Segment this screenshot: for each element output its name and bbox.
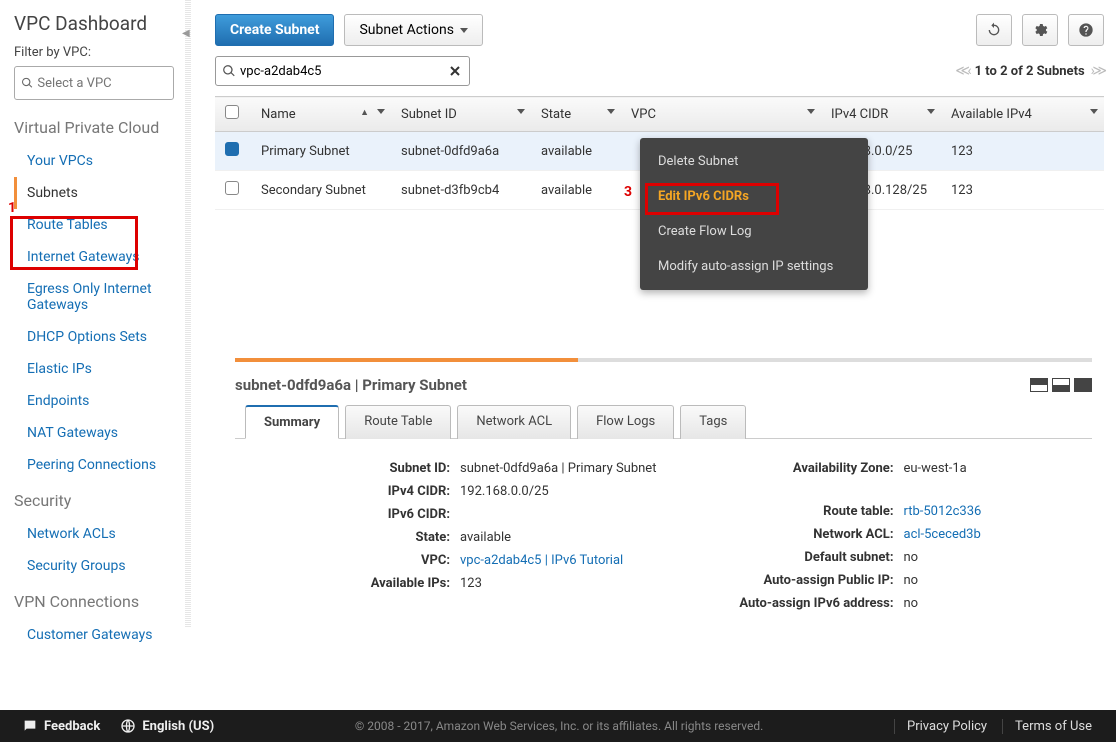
filter-label: Filter by VPC:	[14, 45, 174, 60]
col-name[interactable]: Name▲	[251, 97, 391, 132]
pager-prev-icon[interactable]: ≪ ‹	[955, 63, 968, 79]
cell-subnet-id: subnet-d3fb9cb4	[391, 171, 531, 210]
search-icon	[222, 64, 236, 78]
col-select[interactable]	[215, 97, 251, 132]
refresh-icon	[986, 22, 1002, 38]
col-ipv4-cidr[interactable]: IPv4 CIDR	[821, 97, 941, 132]
row-checkbox[interactable]	[225, 142, 239, 156]
layout-full-icon[interactable]	[1074, 378, 1092, 392]
cell-state: available	[531, 132, 621, 171]
tab-flow-logs[interactable]: Flow Logs	[577, 405, 674, 439]
nav-egress-igw[interactable]: Egress Only Internet Gateways	[14, 273, 174, 321]
nav-subnets[interactable]: Subnets	[14, 177, 174, 209]
language-button[interactable]: English (US)	[110, 718, 224, 734]
sidebar: 1 VPC Dashboard Filter by VPC: Virtual P…	[0, 0, 184, 710]
pager-text: 1 to 2 of 2 Subnets	[975, 64, 1085, 79]
nav-peering[interactable]: Peering Connections	[14, 449, 174, 481]
search-input[interactable]	[236, 64, 447, 79]
detail-title: subnet-0dfd9a6a | Primary Subnet	[235, 376, 1092, 394]
collapse-handle-icon[interactable]: ◀	[182, 28, 194, 48]
search-box[interactable]	[215, 56, 470, 86]
nav-nat[interactable]: NAT Gateways	[14, 417, 174, 449]
settings-button[interactable]	[1022, 14, 1058, 46]
search-icon	[21, 76, 33, 90]
vpc-filter[interactable]	[14, 66, 174, 100]
privacy-link[interactable]: Privacy Policy	[894, 719, 999, 734]
col-state[interactable]: State	[531, 97, 621, 132]
footer-copyright: © 2008 - 2017, Amazon Web Services, Inc.…	[224, 719, 894, 733]
gear-icon	[1032, 22, 1048, 38]
nacl-link[interactable]: acl-5ceced3b	[904, 527, 981, 542]
nav-sgs[interactable]: Security Groups	[14, 550, 174, 582]
refresh-button[interactable]	[976, 14, 1012, 46]
create-subnet-button[interactable]: Create Subnet	[215, 14, 334, 46]
col-subnet-id[interactable]: Subnet ID	[391, 97, 531, 132]
route-table-link[interactable]: rtb-5012c336	[904, 504, 982, 519]
col-vpc[interactable]: VPC	[621, 97, 821, 132]
detail-pane: subnet-0dfd9a6a | Primary Subnet Summary…	[215, 362, 1104, 615]
section-vpn: VPN Connections	[14, 592, 174, 611]
tab-summary[interactable]: Summary	[245, 405, 339, 439]
cell-avail: 123	[941, 171, 1104, 210]
annotation-marker-3: 3	[624, 184, 632, 200]
context-menu: Delete Subnet Edit IPv6 CIDRs Create Flo…	[640, 138, 868, 290]
tab-tags[interactable]: Tags	[680, 405, 746, 439]
tab-network-acl[interactable]: Network ACL	[457, 405, 571, 439]
detail-splitter[interactable]	[235, 358, 1092, 362]
footer: Feedback English (US) © 2008 - 2017, Ama…	[0, 710, 1116, 742]
globe-icon	[120, 718, 136, 734]
help-icon	[1078, 22, 1094, 38]
nav-internet-gateways[interactable]: Internet Gateways	[14, 241, 174, 273]
feedback-icon	[22, 718, 38, 734]
pager: ≪ ‹ 1 to 2 of 2 Subnets › ≫	[955, 63, 1104, 79]
cell-name: Secondary Subnet	[251, 171, 391, 210]
menu-create-flow-log[interactable]: Create Flow Log	[640, 214, 868, 249]
section-security: Security	[14, 491, 174, 510]
sidebar-title[interactable]: VPC Dashboard	[14, 12, 174, 35]
nav-route-tables[interactable]: Route Tables	[14, 209, 174, 241]
menu-modify-auto-assign[interactable]: Modify auto-assign IP settings	[640, 249, 868, 284]
cell-state: available	[531, 171, 621, 210]
nav-nacls[interactable]: Network ACLs	[14, 518, 174, 550]
nav-dhcp[interactable]: DHCP Options Sets	[14, 321, 174, 353]
feedback-button[interactable]: Feedback	[12, 718, 110, 734]
vpc-link[interactable]: vpc-a2dab4c5 | IPv6 Tutorial	[460, 553, 623, 568]
nav-eips[interactable]: Elastic IPs	[14, 353, 174, 385]
clear-search-icon[interactable]	[447, 63, 463, 79]
detail-tabs: Summary Route Table Network ACL Flow Log…	[235, 404, 1092, 439]
select-all-checkbox[interactable]	[225, 105, 239, 119]
row-checkbox[interactable]	[225, 181, 239, 195]
cell-name: Primary Subnet	[251, 132, 391, 171]
menu-delete-subnet[interactable]: Delete Subnet	[640, 144, 868, 179]
cell-subnet-id: subnet-0dfd9a6a	[391, 132, 531, 171]
nav-endpoints[interactable]: Endpoints	[14, 385, 174, 417]
chevron-down-icon	[460, 28, 468, 33]
subnet-actions-button[interactable]: Subnet Actions	[344, 14, 483, 46]
section-vpc: Virtual Private Cloud	[14, 118, 174, 137]
nav-cgw[interactable]: Customer Gateways	[14, 619, 174, 651]
layout-icons	[1030, 378, 1092, 392]
layout-split-icon[interactable]	[1052, 378, 1070, 392]
summary-kv: Subnet ID:subnet-0dfd9a6a | Primary Subn…	[235, 457, 1092, 615]
toolbar: Create Subnet Subnet Actions	[195, 0, 1116, 56]
menu-edit-ipv6-cidrs[interactable]: Edit IPv6 CIDRs	[640, 179, 868, 214]
main-content: Create Subnet Subnet Actions ≪ ‹ 1 to 2 …	[195, 0, 1116, 710]
vpc-filter-input[interactable]	[37, 76, 167, 91]
annotation-marker-1: 1	[8, 200, 16, 216]
sidebar-divider[interactable]: ◀	[185, 0, 191, 628]
tab-route-table[interactable]: Route Table	[345, 405, 451, 439]
nav-your-vpcs[interactable]: Your VPCs	[14, 145, 174, 177]
col-avail-ipv4[interactable]: Available IPv4	[941, 97, 1104, 132]
help-button[interactable]	[1068, 14, 1104, 46]
terms-link[interactable]: Terms of Use	[1002, 719, 1104, 734]
search-row: ≪ ‹ 1 to 2 of 2 Subnets › ≫	[195, 56, 1116, 96]
layout-top-icon[interactable]	[1030, 378, 1048, 392]
pager-next-icon[interactable]: › ≫	[1091, 63, 1104, 79]
cell-avail: 123	[941, 132, 1104, 171]
